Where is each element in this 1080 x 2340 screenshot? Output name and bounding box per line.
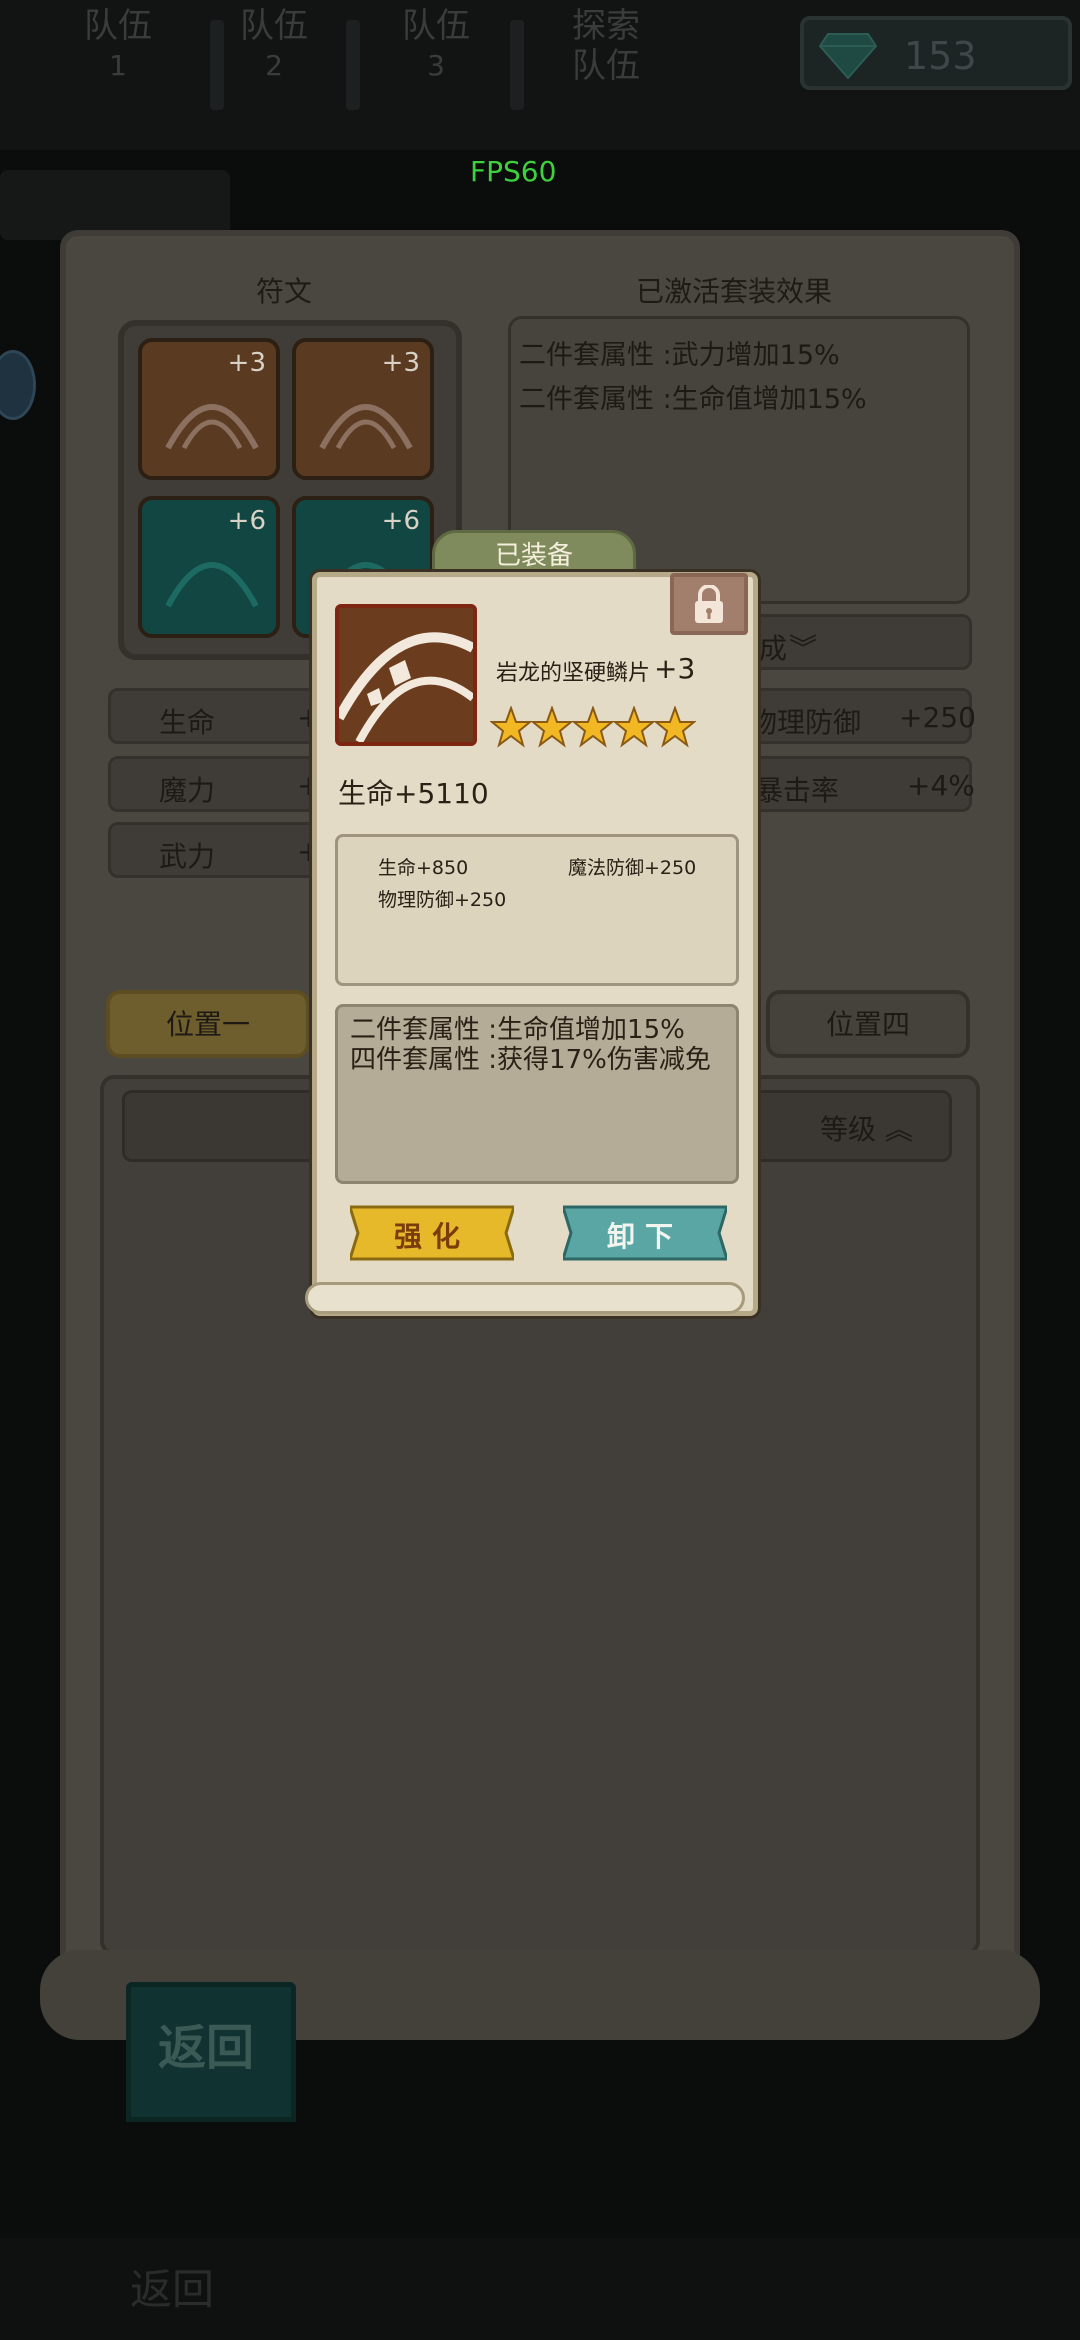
sub-stat: 生命+850	[378, 857, 469, 879]
rune-level: +6	[381, 506, 420, 536]
rune-slot-3[interactable]: +6	[138, 496, 280, 638]
filter-dropdown[interactable]: 成 ︾	[738, 614, 972, 670]
rune-item-icon	[335, 604, 477, 746]
bottom-back-button[interactable]: 返回	[130, 2256, 214, 2317]
filter-label: 成	[759, 632, 788, 665]
team-tab-label: 探索	[572, 6, 640, 46]
stat-value: +4%	[907, 769, 975, 802]
main-stat: 生命+5110	[338, 777, 489, 810]
strengthen-label: 强化	[393, 1220, 470, 1253]
team-tab-number: 3	[427, 49, 445, 82]
sub-stat: 魔法防御+250	[568, 857, 697, 879]
set-description-line: 四件套属性 :获得17%伤害减免	[350, 1045, 711, 1075]
set-description-box: 二件套属性 :生命值增加15% 四件套属性 :获得17%伤害减免	[335, 1004, 739, 1184]
scale-icon	[165, 562, 259, 608]
gem-count: 153	[904, 34, 977, 78]
lock-icon	[695, 585, 723, 623]
stat-label: 物理防御	[749, 706, 862, 739]
chevron-down-icon: ︾	[789, 632, 818, 665]
team-tab-label: 队伍	[240, 6, 308, 46]
stat-label: 暴击率	[755, 774, 840, 807]
stat-row-crit: 暴击率 +4%	[738, 756, 975, 812]
item-level: +3	[654, 652, 696, 685]
stat-label: 生命	[159, 706, 216, 739]
star-icon	[613, 706, 655, 748]
scale-icon	[339, 608, 473, 742]
scroll-bottom-edge	[305, 1282, 745, 1314]
team-tab-number: 队伍	[572, 46, 640, 86]
unequip-button[interactable]: 卸下	[560, 1203, 730, 1263]
rune-slot-2[interactable]: +3	[292, 338, 434, 480]
team-tab-2[interactable]: 队伍 2	[214, 6, 334, 86]
set-description-line: 二件套属性 :生命值增加15%	[350, 1015, 685, 1045]
top-bar: 队伍 1 队伍 2 队伍 3 探索 队伍 153	[0, 0, 1080, 150]
position-one-button[interactable]: 位置一	[106, 990, 310, 1058]
sort-level-button[interactable]: 等级 ︽	[820, 1108, 913, 1148]
stat-row-life: 生命 +	[108, 688, 320, 744]
star-icon	[654, 706, 696, 748]
sub-stat-box: 生命+850 魔法防御+250 物理防御+250	[335, 834, 739, 986]
position-four-button[interactable]: 位置四	[766, 990, 970, 1058]
star-icon	[572, 706, 614, 748]
set-effect-line: 二件套属性 :生命值增加15%	[519, 384, 867, 415]
scale-icon	[165, 404, 259, 450]
team-tab-number: 1	[109, 49, 127, 82]
stat-row-force: 武力 +	[108, 822, 320, 878]
stat-row-phys-def: 物理防御 +250	[738, 688, 976, 744]
rune-level: +6	[227, 506, 266, 536]
rune-section-title: 符文	[256, 275, 313, 308]
team-tab-1[interactable]: 队伍 1	[58, 6, 178, 86]
diamond-icon	[818, 33, 878, 80]
rune-level: +3	[227, 348, 266, 378]
sub-stat: 物理防御+250	[378, 889, 507, 911]
star-icon	[531, 706, 573, 748]
scale-icon	[319, 404, 413, 450]
tab-separator	[346, 20, 360, 110]
star-icon	[490, 706, 532, 748]
set-effect-line: 二件套属性 :武力增加15%	[519, 340, 840, 371]
stat-row-magic: 魔力 +	[108, 756, 320, 812]
team-tab-label: 队伍	[84, 6, 152, 46]
stat-value: +250	[899, 701, 976, 734]
team-tab-3[interactable]: 队伍 3	[376, 6, 496, 86]
rune-level: +3	[381, 348, 420, 378]
team-tab-label: 队伍	[402, 6, 470, 46]
unequip-label: 卸下	[606, 1220, 683, 1253]
back-button-label: 返回	[158, 2020, 255, 2076]
team-tab-number: 2	[265, 49, 283, 82]
gem-counter[interactable]: 153	[800, 16, 1072, 90]
side-badge-icon[interactable]	[0, 350, 36, 420]
team-tab-explore[interactable]: 探索 队伍	[546, 6, 666, 86]
set-effect-title: 已激活套装效果	[636, 275, 833, 308]
lock-button[interactable]	[670, 573, 748, 635]
strengthen-button[interactable]: 强化	[347, 1203, 517, 1263]
item-name: 岩龙的坚硬鳞片	[496, 661, 651, 686]
chevron-up-icon: ︽	[884, 1113, 913, 1146]
sort-label: 等级	[820, 1113, 877, 1146]
stat-label: 武力	[159, 840, 216, 873]
tab-separator	[510, 20, 524, 110]
fps-counter: FPS60	[470, 155, 557, 188]
rune-slot-1[interactable]: +3	[138, 338, 280, 480]
stat-label: 魔力	[159, 774, 216, 807]
